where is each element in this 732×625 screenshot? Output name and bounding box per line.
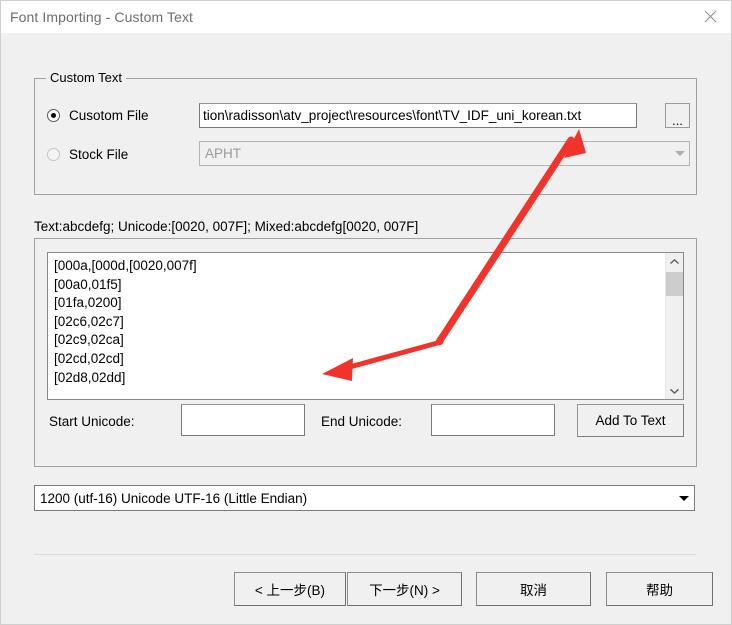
list-item: [02c9,02ca]: [54, 332, 124, 348]
close-button[interactable]: [688, 1, 731, 32]
list-item: [02d8,02dd]: [54, 369, 126, 385]
footer-divider: [34, 554, 696, 555]
radio-stock-file[interactable]: Stock File: [47, 144, 128, 164]
add-to-text-button[interactable]: Add To Text: [577, 404, 684, 437]
start-unicode-input[interactable]: [181, 404, 305, 436]
back-button[interactable]: < 上一步(B): [234, 572, 346, 606]
font-importing-dialog: Font Importing - Custom Text Custom Text…: [0, 0, 732, 625]
scroll-up-button[interactable]: [666, 253, 683, 270]
list-item: [01fa,0200]: [54, 295, 122, 311]
chevron-down-icon: [671, 142, 689, 165]
chevron-down-icon: [674, 486, 694, 510]
radio-stock-file-mark[interactable]: [47, 147, 60, 161]
custom-text-legend: Custom Text: [46, 70, 127, 85]
end-unicode-input[interactable]: [431, 404, 555, 436]
close-icon: [704, 10, 717, 23]
dialog-client-area: Custom Text Cusotom File Stock File tion…: [1, 33, 731, 624]
stock-file-combobox-value: APHT: [205, 146, 242, 161]
scrollbar-thumb[interactable]: [666, 272, 683, 296]
text-entry-listbox[interactable]: [000a,[000d,[0020,007f] [00a0,01f5] [01f…: [47, 252, 684, 400]
end-unicode-label: End Unicode:: [321, 414, 403, 429]
list-item: [00a0,01f5]: [54, 276, 122, 292]
file-path-input[interactable]: tion\radisson\atv_project\resources\font…: [199, 103, 637, 128]
chevron-up-icon: [670, 258, 679, 264]
start-unicode-label: Start Unicode:: [49, 414, 135, 429]
stock-file-combobox[interactable]: APHT: [199, 141, 690, 166]
format-hint-label: Text:abcdefg; Unicode:[0020, 007F]; Mixe…: [34, 219, 419, 234]
text-entry-lines[interactable]: [000a,[000d,[0020,007f] [00a0,01f5] [01f…: [48, 253, 665, 399]
radio-custom-file-label: Cusotom File: [69, 107, 149, 123]
radio-stock-file-label: Stock File: [69, 146, 129, 162]
encoding-combobox-value: 1200 (utf-16) Unicode UTF-16 (Little End…: [40, 490, 308, 506]
cancel-button[interactable]: 取消: [476, 572, 591, 606]
vertical-scrollbar[interactable]: [665, 253, 683, 399]
text-entry-groupbox: [000a,[000d,[0020,007f] [00a0,01f5] [01f…: [34, 238, 697, 467]
window-title: Font Importing - Custom Text: [10, 9, 194, 25]
browse-file-button[interactable]: ...: [665, 103, 690, 128]
radio-custom-file[interactable]: Cusotom File: [47, 105, 149, 125]
scroll-down-button[interactable]: [666, 382, 683, 399]
chevron-down-icon: [670, 388, 679, 394]
radio-custom-file-mark[interactable]: [47, 108, 60, 122]
help-button[interactable]: 帮助: [606, 572, 713, 606]
list-item: [000a,[000d,[0020,007f]: [54, 258, 197, 273]
encoding-combobox[interactable]: 1200 (utf-16) Unicode UTF-16 (Little End…: [34, 485, 695, 511]
custom-text-groupbox: Custom Text Cusotom File Stock File tion…: [34, 70, 697, 195]
list-item: [02c6,02c7]: [54, 313, 124, 329]
next-button[interactable]: 下一步(N) >: [347, 572, 462, 606]
list-item: [02cd,02cd]: [54, 350, 124, 366]
title-bar: Font Importing - Custom Text: [1, 1, 731, 34]
